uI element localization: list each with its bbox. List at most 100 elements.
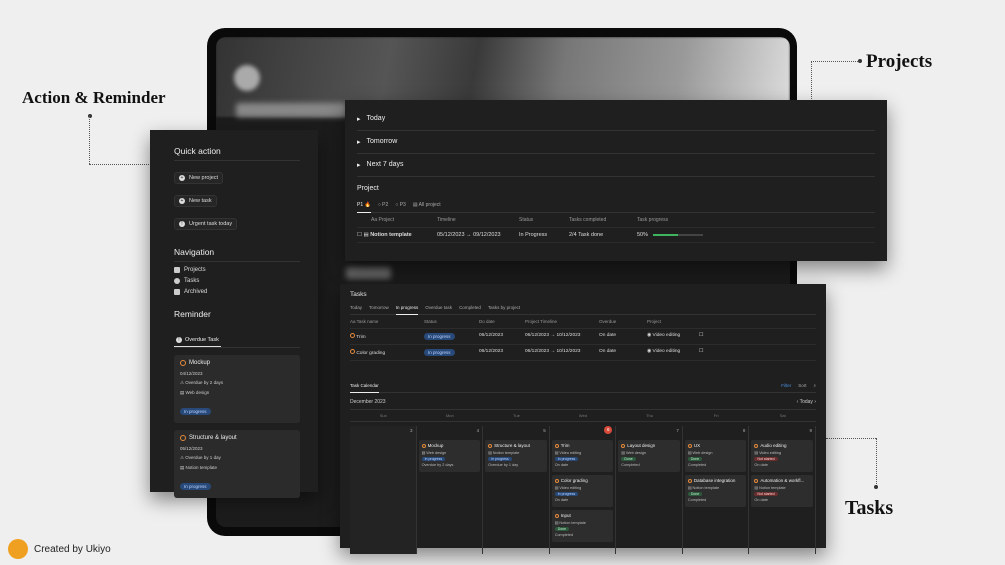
task-table-header: Aa Task name Status Do date Project Time…: [350, 315, 816, 329]
filter-button[interactable]: Filter: [781, 383, 791, 388]
event-note: Completed: [687, 463, 707, 467]
calendar-event[interactable]: Database integration ▤ Notion template Don…: [684, 475, 747, 507]
calendar-day[interactable]: 5 Structure & layout ▤ Notion template In p…: [483, 426, 550, 554]
tab-today[interactable]: Today: [350, 305, 362, 310]
event-status: Done: [554, 527, 611, 531]
toggle-tomorrow[interactable]: ▸ Tomorrow: [357, 131, 875, 154]
timeline-cell: 05/12/2023 → 09/12/2023: [437, 232, 501, 238]
overdue-task-tab[interactable]: ! Overdue Task: [174, 334, 221, 347]
calendar-day[interactable]: 6 Trim ▤ Video editing In progress On date Co…: [550, 426, 617, 554]
connector-dot: [858, 59, 862, 63]
reminder-card[interactable]: Mockup 04/12/2023 ⚠ Overdue by 2 days ▤ …: [174, 355, 300, 423]
callout-tasks: Tasks: [845, 497, 894, 519]
event-status: Not started: [754, 492, 810, 496]
status-badge: In progress: [180, 483, 211, 490]
weekday-label: Sun: [350, 410, 417, 422]
tab-tomorrow[interactable]: Tomorrow: [369, 305, 389, 310]
column-header: Status: [424, 319, 437, 324]
new-project-button[interactable]: + New project: [174, 172, 224, 184]
toggle-today[interactable]: ▸ Today: [357, 108, 875, 131]
tab-all-project[interactable]: ▤ All project: [413, 202, 441, 208]
reminder-title: Reminder: [174, 309, 211, 319]
event-project: ▤ Web design: [421, 451, 447, 455]
calendar-event[interactable]: Input ▤ Notion template Done Completed: [551, 510, 614, 542]
tab-overdue[interactable]: Overdue task: [425, 305, 452, 310]
calendar-day[interactable]: 4 Mockup ▤ Web design In progress Overdue by…: [417, 426, 484, 554]
table-row[interactable]: Color grading In progress 06/12/2023 06/…: [350, 345, 816, 361]
checkbox[interactable]: ☐: [699, 349, 703, 356]
nav-item-projects[interactable]: Projects: [174, 267, 300, 273]
tab-p2[interactable]: ○ P2: [378, 202, 389, 208]
calendar-event[interactable]: Color grading ▤ Video editing In progress O…: [551, 475, 614, 507]
event-project: ▤ Web design: [687, 451, 713, 455]
status-cell: In progress: [424, 349, 479, 356]
status-circle-icon: [754, 443, 759, 448]
calendar-event[interactable]: Mockup ▤ Web design In progress Overdue by …: [418, 440, 481, 472]
event-note: Completed: [621, 463, 640, 467]
calendar-weekdays: Sun Mon Tue Wed Thu Fri Sat: [350, 409, 816, 422]
calendar-event[interactable]: Layout design ▤ Web design Done Completed: [618, 440, 680, 472]
urgent-task-button[interactable]: ! Urgent task today: [174, 218, 238, 230]
event-title: Audio editing: [754, 443, 810, 448]
reminder-card[interactable]: Structure & layout 05/12/2023 ⚠ Overdue …: [174, 430, 300, 498]
overdue-line: ⚠ Overdue by 2 days: [180, 380, 224, 385]
calendar-event[interactable]: UX ▤ Web design Done Completed: [684, 440, 747, 472]
today-nav[interactable]: ‹ Today ›: [797, 399, 816, 405]
folder-icon: [174, 267, 180, 273]
calendar-event[interactable]: Structure & layout ▤ Notion template In pr…: [485, 440, 547, 472]
toggle-next-7-days[interactable]: ▸ Next 7 days: [357, 154, 875, 177]
event-project: ▤ Video editing: [554, 486, 582, 490]
calendar-event[interactable]: Audio editing ▤ Video editing Not started O…: [751, 440, 813, 472]
status-circle-icon: [350, 349, 355, 354]
tab-p1[interactable]: P1 🔥: [357, 202, 371, 213]
day-number: 9: [809, 428, 812, 433]
table-row[interactable]: Trim In progress 06/12/2023 06/12/2023 →…: [350, 329, 816, 345]
calendar-event[interactable]: Automation & workfl... ▤ Notion template N…: [751, 475, 813, 507]
calendar-day[interactable]: 8 UX ▤ Web design Done Completed Database int…: [683, 426, 750, 554]
check-icon: [174, 278, 180, 284]
column-header: Overdue: [599, 319, 617, 324]
tab-completed[interactable]: Completed: [459, 305, 481, 310]
status-cell: In progress: [424, 333, 479, 340]
table-row[interactable]: ☐ ▤ Notion template 05/12/2023 → 09/12/2…: [357, 228, 875, 243]
search-icon[interactable]: ⌕: [813, 383, 816, 388]
calendar-day[interactable]: 9 Audio editing ▤ Video editing Not started…: [749, 426, 816, 554]
project-section-title: Project: [357, 185, 379, 192]
event-note: Completed: [687, 498, 707, 502]
avatar: [8, 539, 28, 559]
project-line: ▤ Web design: [180, 390, 210, 395]
do-date-cell: 06/12/2023: [479, 349, 504, 354]
new-task-button[interactable]: + New task: [174, 195, 217, 207]
status-circle-icon: [554, 443, 559, 448]
task-tabs: Today Tomorrow In progress Overdue task …: [350, 305, 816, 315]
calendar-day[interactable]: 7 Layout design ▤ Web design Done Completed: [616, 426, 683, 554]
status-circle-icon: [554, 478, 559, 483]
nav-item-tasks[interactable]: Tasks: [174, 278, 300, 284]
event-title: Color grading: [554, 478, 611, 483]
connector-line: [826, 438, 876, 439]
sort-button[interactable]: Sort: [798, 383, 806, 388]
event-status: In progress: [554, 492, 611, 496]
tab-p3[interactable]: ○ P3: [395, 202, 406, 208]
connector-line: [876, 438, 877, 486]
nav-item-archived[interactable]: Archived: [174, 289, 300, 295]
calendar-day[interactable]: 3: [350, 426, 417, 554]
checkbox[interactable]: ☐: [699, 333, 703, 340]
task-name-cell: Trim: [350, 333, 424, 340]
tab-task-calendar[interactable]: Task Calendar: [350, 383, 379, 393]
do-date-cell: 06/12/2023: [479, 333, 504, 338]
overdue-cell: On date: [599, 349, 617, 354]
calendar-tabs: Task Calendar Filter Sort ⌕: [350, 383, 816, 393]
event-note: On date: [754, 463, 768, 467]
event-project: ▤ Web design: [621, 451, 646, 455]
tab-in-progress[interactable]: In progress: [395, 305, 419, 315]
status-circle-icon: [180, 360, 186, 366]
quick-action-title: Quick action: [174, 146, 300, 161]
connector-line: [811, 61, 858, 62]
event-project: ▤ Video editing: [754, 451, 781, 455]
calendar-event[interactable]: Trim ▤ Video editing In progress On date: [551, 440, 614, 472]
tab-tasks-by-project[interactable]: Tasks by project: [488, 305, 520, 310]
day-number: 4: [476, 428, 480, 433]
project-tabs: P1 🔥 ○ P2 ○ P3 ▤ All project: [357, 202, 875, 213]
status-cell: In Progress: [519, 232, 548, 238]
